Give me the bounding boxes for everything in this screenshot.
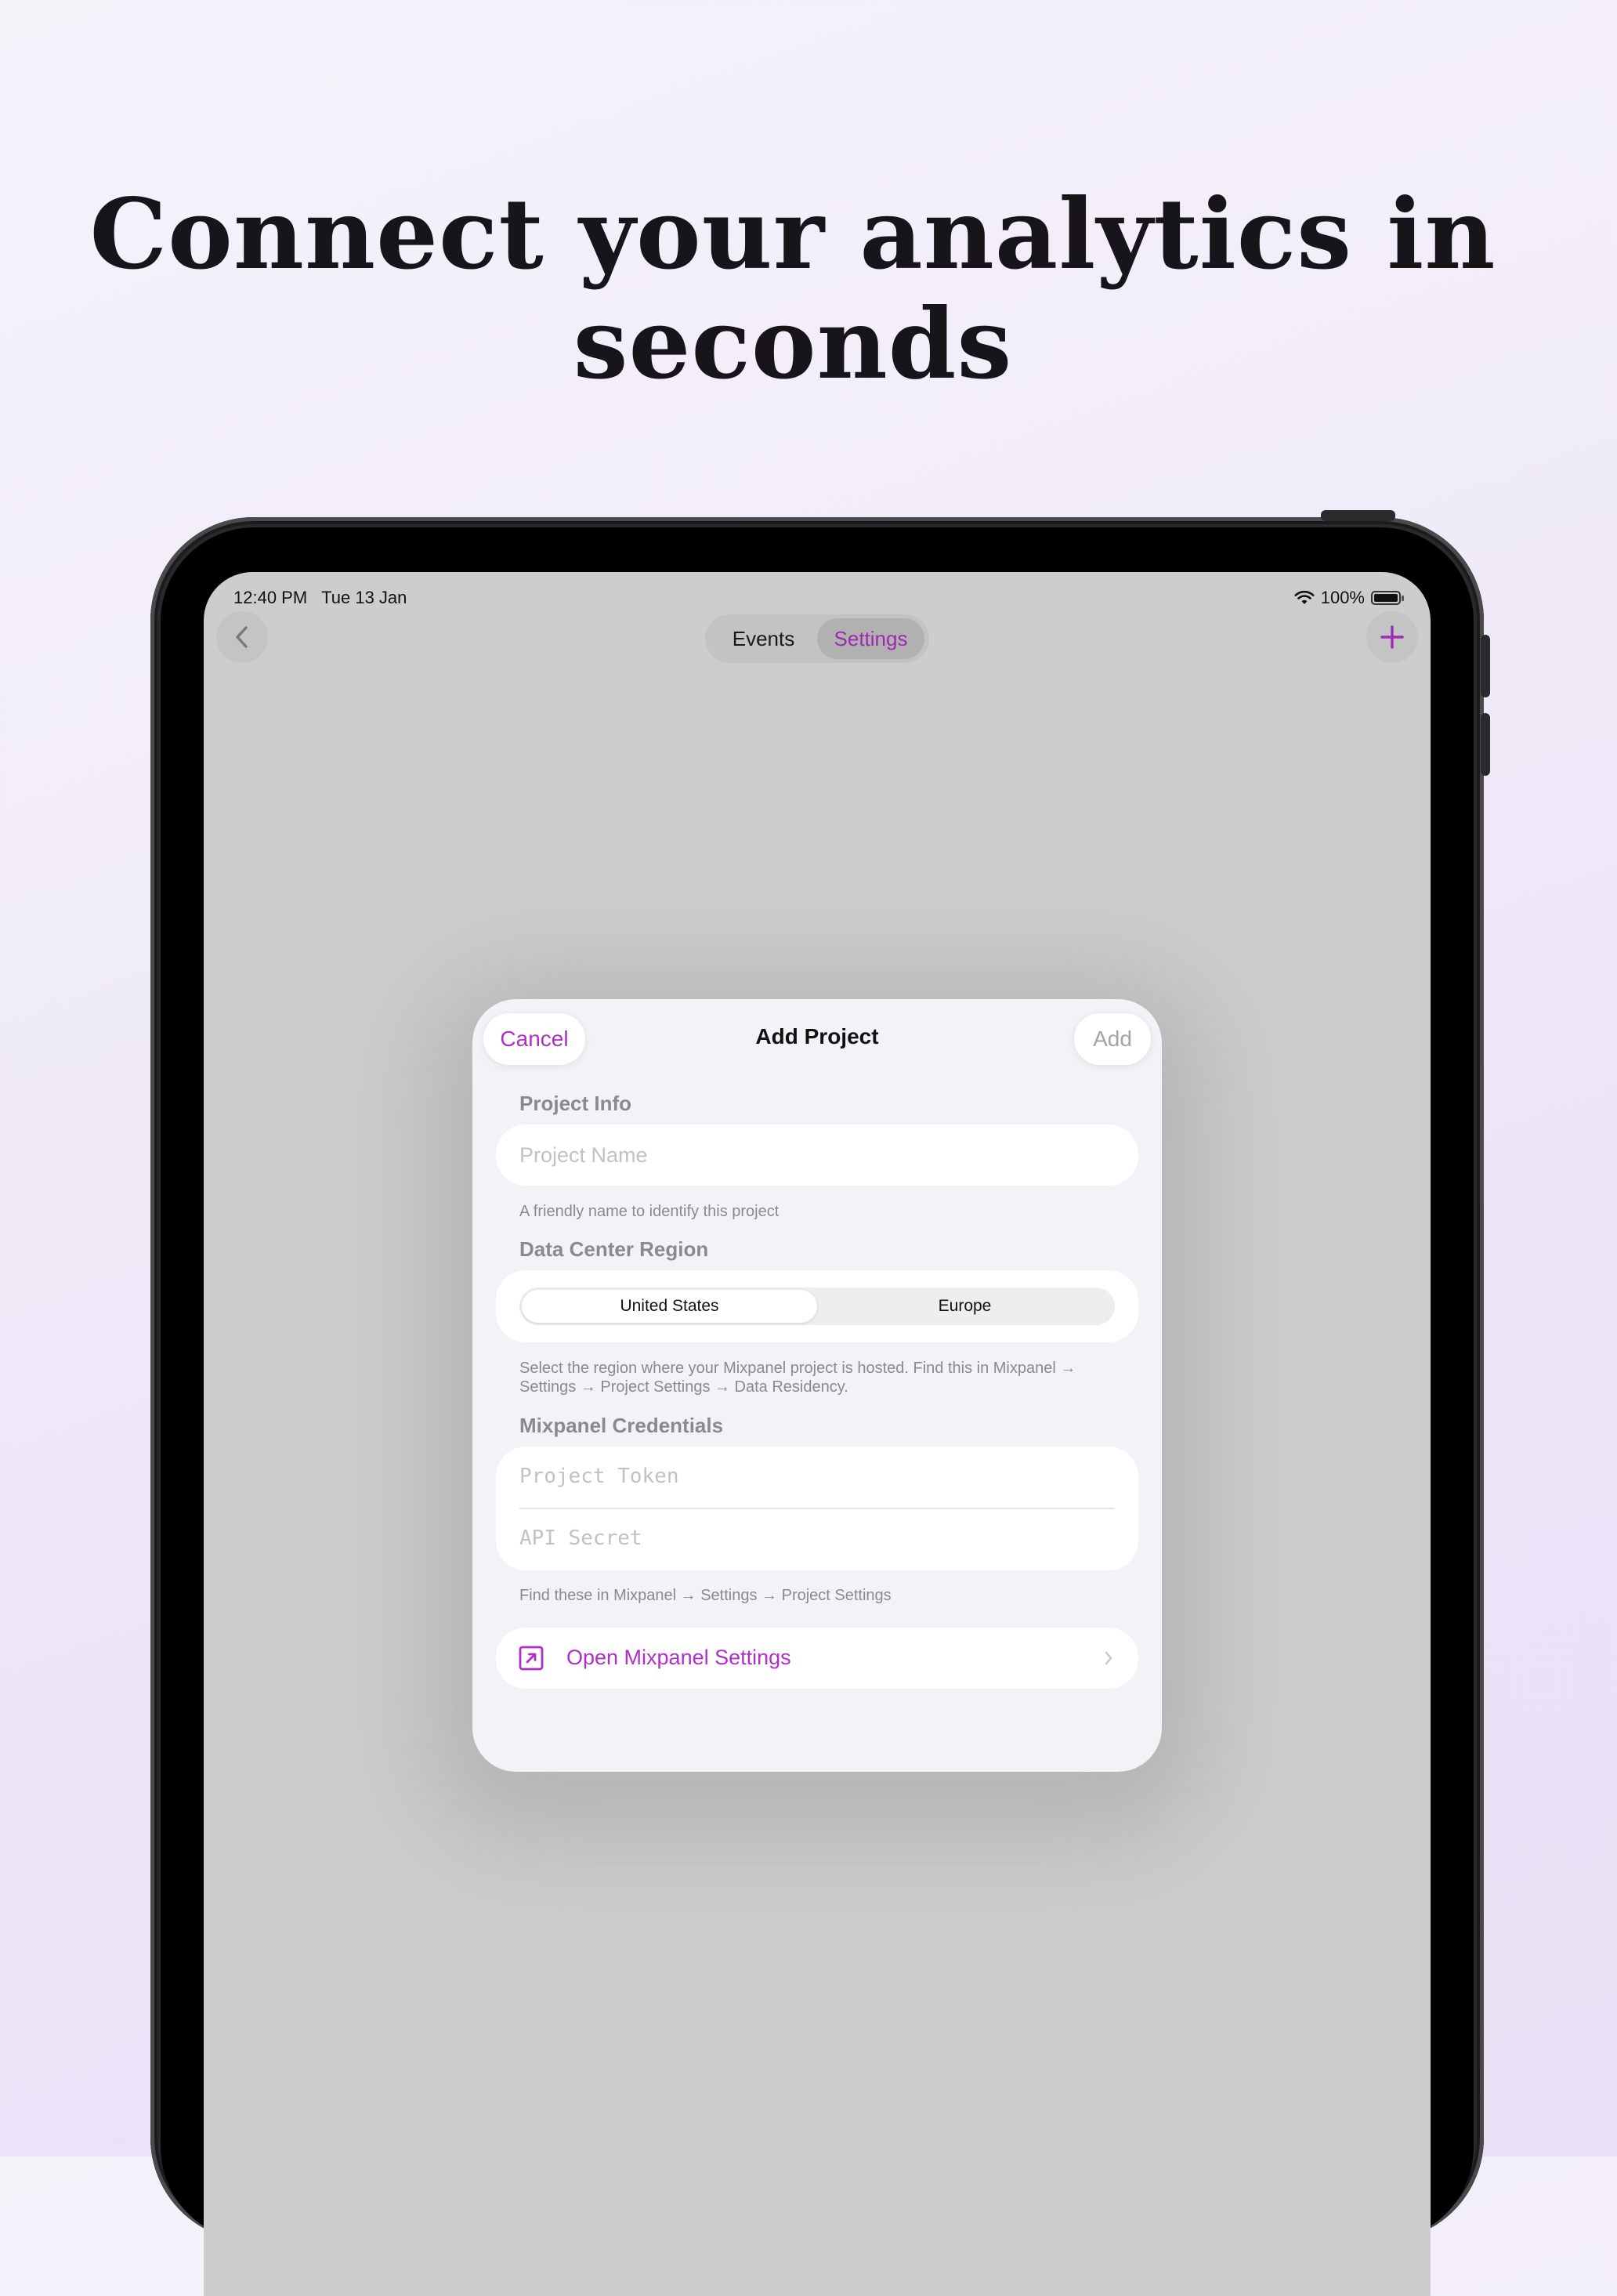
top-button xyxy=(1321,510,1395,521)
region-card: United States Europe xyxy=(496,1270,1138,1342)
headline-line-2: seconds xyxy=(573,288,1013,401)
sheet-title: Add Project xyxy=(755,1024,879,1048)
credentials-label: Mixpanel Credentials xyxy=(519,1414,724,1437)
api-secret-field[interactable]: API Secret xyxy=(519,1526,642,1550)
add-label: Add xyxy=(1093,1027,1132,1051)
volume-down-button xyxy=(1481,713,1490,776)
open-mixpanel-settings-row[interactable]: Open Mixpanel Settings xyxy=(496,1628,1138,1689)
add-button[interactable] xyxy=(1366,611,1418,663)
add-project-sheet: Cancel Add Project Add Project Info Proj… xyxy=(472,999,1162,1772)
tablet-frame: 12:40 PM Tue 13 Jan 100% Events Settings… xyxy=(150,510,1490,2296)
chevron-right-icon xyxy=(1105,1651,1112,1665)
volume-up-button xyxy=(1481,635,1490,697)
tab-events[interactable]: Events xyxy=(710,618,817,659)
top-tabs: Events Settings xyxy=(705,614,929,663)
status-right: 100% xyxy=(1294,588,1404,608)
tab-events-label: Events xyxy=(732,626,795,650)
external-link-icon xyxy=(519,1646,544,1671)
status-datetime: 12:40 PM Tue 13 Jan xyxy=(233,588,407,608)
credentials-divider xyxy=(519,1508,1115,1509)
region-label: Data Center Region xyxy=(519,1237,709,1261)
tab-settings[interactable]: Settings xyxy=(817,618,924,659)
add-project-button[interactable]: Add xyxy=(1074,1013,1151,1065)
project-info-label: Project Info xyxy=(519,1092,632,1115)
battery-percent: 100% xyxy=(1320,588,1365,607)
project-name-hint: A friendly name to identify this project xyxy=(519,1203,780,1220)
region-option-eu[interactable]: Europe xyxy=(817,1290,1112,1323)
status-bar: 12:40 PM Tue 13 Jan 100% xyxy=(204,572,1431,611)
back-button[interactable] xyxy=(216,611,268,663)
plus-icon xyxy=(1380,625,1404,649)
credentials-card: Project Token API Secret xyxy=(496,1447,1138,1570)
open-mixpanel-settings-label: Open Mixpanel Settings xyxy=(566,1646,791,1669)
credentials-hint: Find these in Mixpanel → Settings → Proj… xyxy=(519,1587,892,1604)
tab-settings-label: Settings xyxy=(834,626,908,650)
region-option-us[interactable]: United States xyxy=(522,1290,817,1323)
project-token-field[interactable]: Project Token xyxy=(519,1465,679,1488)
headline: Connect your analytics in seconds xyxy=(0,180,1586,400)
project-name-field[interactable]: Project Name xyxy=(496,1124,1138,1186)
screen: 12:40 PM Tue 13 Jan 100% Events Settings… xyxy=(204,572,1431,2296)
project-name-placeholder: Project Name xyxy=(519,1143,648,1167)
chevron-left-icon xyxy=(236,626,248,648)
battery-icon xyxy=(1371,591,1404,605)
status-date: Tue 13 Jan xyxy=(321,588,407,607)
region-selector: United States Europe xyxy=(519,1287,1115,1325)
headline-line-1: Connect your analytics in xyxy=(89,178,1496,292)
wifi-icon xyxy=(1294,590,1315,604)
region-hint: Select the region where your Mixpanel pr… xyxy=(519,1360,1076,1396)
status-time: 12:40 PM xyxy=(233,588,308,607)
